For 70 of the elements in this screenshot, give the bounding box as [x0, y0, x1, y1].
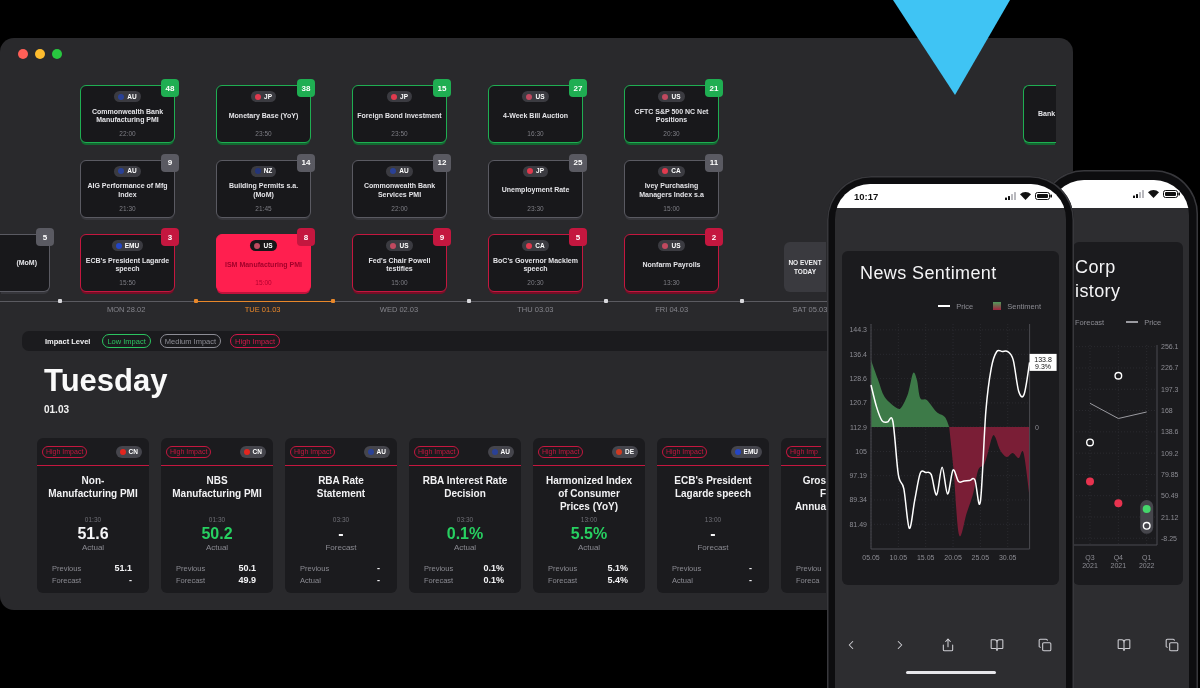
stat-value: 0.1% [483, 575, 504, 585]
day-date: 01.03 [44, 404, 70, 416]
overlapping-squares-icon[interactable] [1038, 638, 1052, 652]
event-title: Non-Manufacturing PMI [47, 474, 139, 500]
event-title: RBA Interest Rate Decision [421, 474, 509, 500]
stat-value: - [377, 575, 380, 585]
event-count: 15 [433, 79, 451, 97]
value-caption: Forecast [325, 543, 357, 553]
maximize-icon[interactable] [52, 49, 62, 59]
day-heading: Tuesday [44, 365, 168, 396]
event-value: 50.2 [201, 525, 233, 543]
event-count: 38 [297, 79, 315, 97]
chart-title: istory [1075, 280, 1121, 303]
event-count: 9 [433, 228, 451, 246]
event-value: 0.1% [446, 525, 484, 543]
value-caption: Actual [453, 543, 477, 553]
event-count: 14 [297, 153, 315, 172]
book-icon[interactable] [1116, 638, 1131, 652]
status-time: 10:17 [854, 190, 879, 202]
event-count: 25 [569, 153, 587, 172]
stat-value: 5.1% [607, 563, 628, 573]
sentiment-swatch-icon [993, 302, 1002, 310]
stat-value: - [377, 563, 380, 573]
event-title: Harmonized Index of Consumer Prices (YoY) [544, 474, 634, 513]
value-caption: Actual [205, 543, 229, 553]
event-title: Gros [802, 474, 826, 487]
stat-value: - [749, 563, 752, 573]
chart-title: News Sentiment [860, 263, 998, 283]
book-icon[interactable] [989, 638, 1004, 652]
stat-value: 5.4% [607, 575, 628, 585]
event-count: 21 [705, 79, 723, 97]
event-title: F [819, 487, 826, 500]
value-caption: Forecast [697, 543, 729, 553]
stat-value: 49.9 [238, 575, 256, 585]
event-value: - [710, 525, 716, 543]
event-count: 12 [433, 153, 451, 172]
close-icon[interactable] [18, 49, 28, 59]
signal-icon [1133, 190, 1144, 198]
value-caption: Actual [577, 543, 601, 553]
event-count: 11 [705, 153, 723, 172]
event-count: 48 [161, 79, 179, 97]
event-count: 9 [161, 153, 179, 172]
battery-icon [1163, 190, 1180, 198]
overlapping-squares-icon[interactable] [1165, 638, 1179, 652]
event-title: ECB's President Lagarde speech [673, 474, 753, 500]
event-value: - [338, 525, 344, 543]
stat-value: 50.1 [238, 563, 256, 573]
stat-value: 51.1 [114, 563, 132, 573]
stat-value: - [749, 575, 752, 585]
event-title: NBS Manufacturing PMI [171, 474, 263, 500]
event-count: 3 [161, 228, 179, 246]
event-count: 2 [705, 228, 723, 246]
wifi-icon [1148, 190, 1159, 198]
share-icon[interactable] [941, 638, 955, 652]
signal-icon [1005, 192, 1016, 200]
battery-icon [1035, 192, 1052, 200]
chart-title: Corp [1075, 256, 1116, 279]
event-count: 5 [36, 228, 54, 246]
event-value: 51.6 [77, 525, 109, 543]
stat-value: - [129, 575, 132, 585]
minimize-icon[interactable] [35, 49, 45, 59]
event-title: RBA Rate Statement [315, 474, 367, 500]
value-caption: Actual [81, 543, 105, 553]
event-title: Annua [794, 500, 826, 513]
wifi-icon [1020, 192, 1031, 200]
event-count: 5 [569, 228, 587, 246]
stat-value: 0.1% [483, 563, 504, 573]
event-count: 27 [569, 79, 587, 97]
event-count: 8 [297, 228, 315, 246]
event-value: 5.5% [570, 525, 608, 543]
